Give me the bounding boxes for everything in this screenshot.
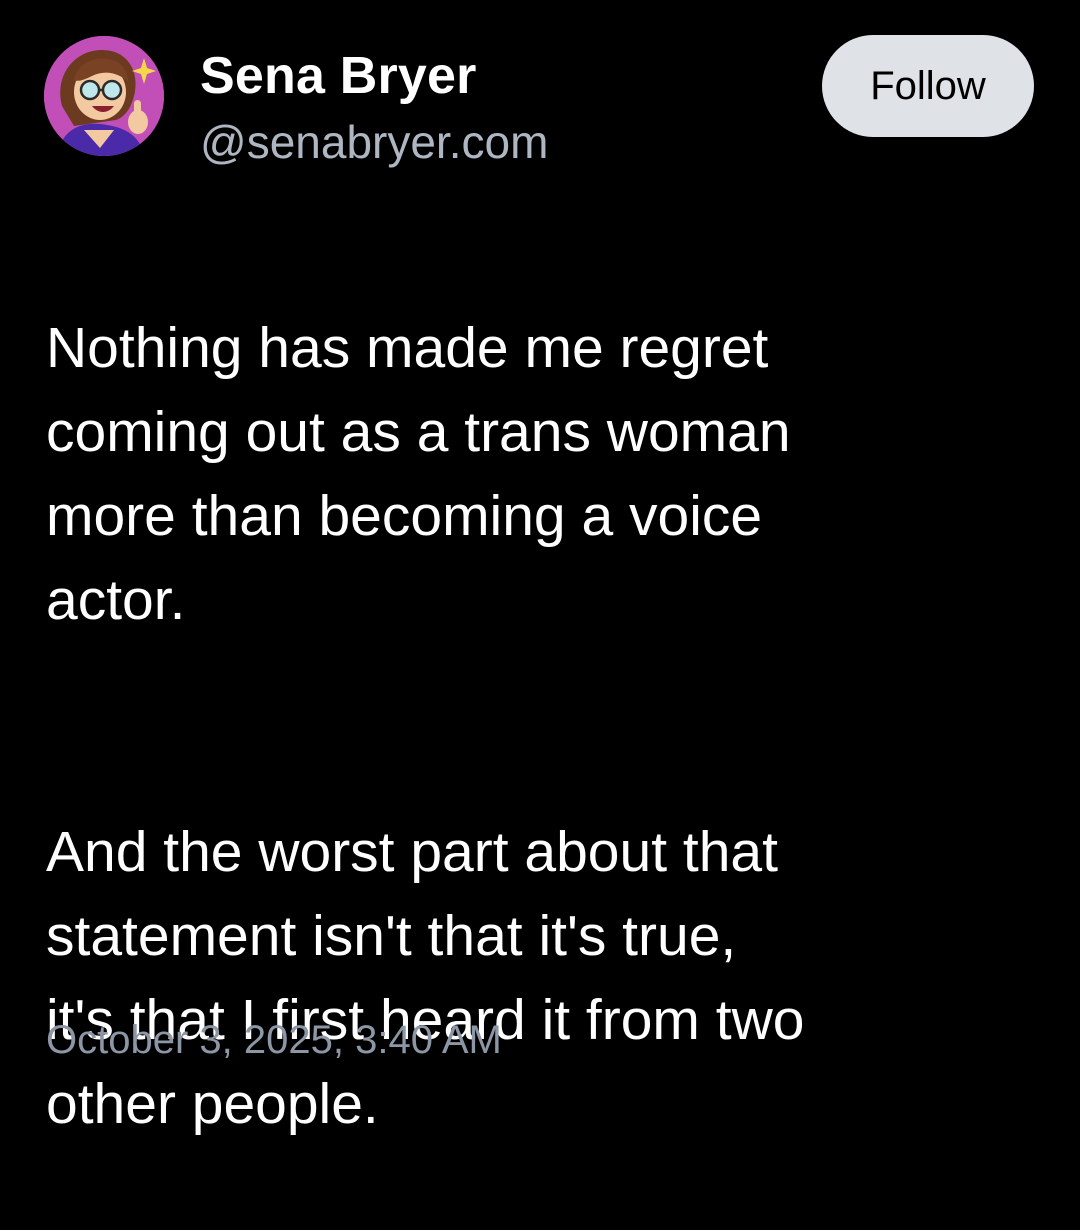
post: Sena Bryer @senabryer.com Follow Nothing…	[0, 0, 1080, 1136]
post-text: Nothing has made me regret coming out as…	[46, 222, 1046, 1230]
post-timestamp[interactable]: October 3, 2025, 3:40 AM	[46, 1012, 502, 1068]
post-paragraph: Nothing has made me regret coming out as…	[46, 316, 791, 632]
author-handle[interactable]: @senabryer.com	[200, 112, 548, 172]
follow-button[interactable]: Follow	[822, 35, 1034, 137]
avatar[interactable]	[44, 36, 164, 156]
post-paragraph: And the worst part about that statement …	[46, 820, 805, 1136]
author-name[interactable]: Sena Bryer	[200, 44, 477, 108]
avatar-illustration-icon	[44, 36, 164, 156]
